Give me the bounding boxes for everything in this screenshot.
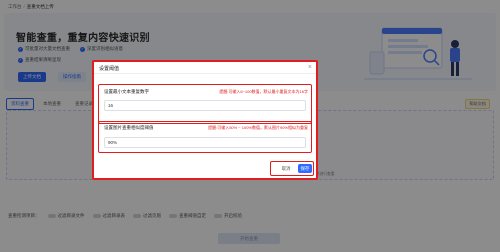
close-icon[interactable]: × xyxy=(308,64,312,71)
dialog-title: 设置阈值 xyxy=(99,66,120,72)
min-text-repeat-label: 设置最小文本重复数字 xyxy=(104,89,149,94)
image-similarity-label: 设置图片查重相似度阈值 xyxy=(104,125,154,130)
cancel-button[interactable]: 取消 xyxy=(276,164,296,173)
min-text-repeat-hint: 提醒:可输入6~100数值，默认最小重复文本为16字 xyxy=(219,89,308,94)
image-similarity-hint: 提醒:可输入50% ~ 100%数值，默认图片90%相似为重复 xyxy=(208,125,308,130)
image-similarity-input[interactable]: 90% xyxy=(104,137,306,148)
save-button[interactable]: 保存 xyxy=(298,164,312,173)
dialog-divider xyxy=(94,73,316,74)
threshold-dialog: 设置阈值 × 设置最小文本重复数字 提醒:可输入6~100数值，默认最小重复文本… xyxy=(92,60,318,180)
min-text-repeat-input[interactable]: 16 xyxy=(104,100,306,111)
